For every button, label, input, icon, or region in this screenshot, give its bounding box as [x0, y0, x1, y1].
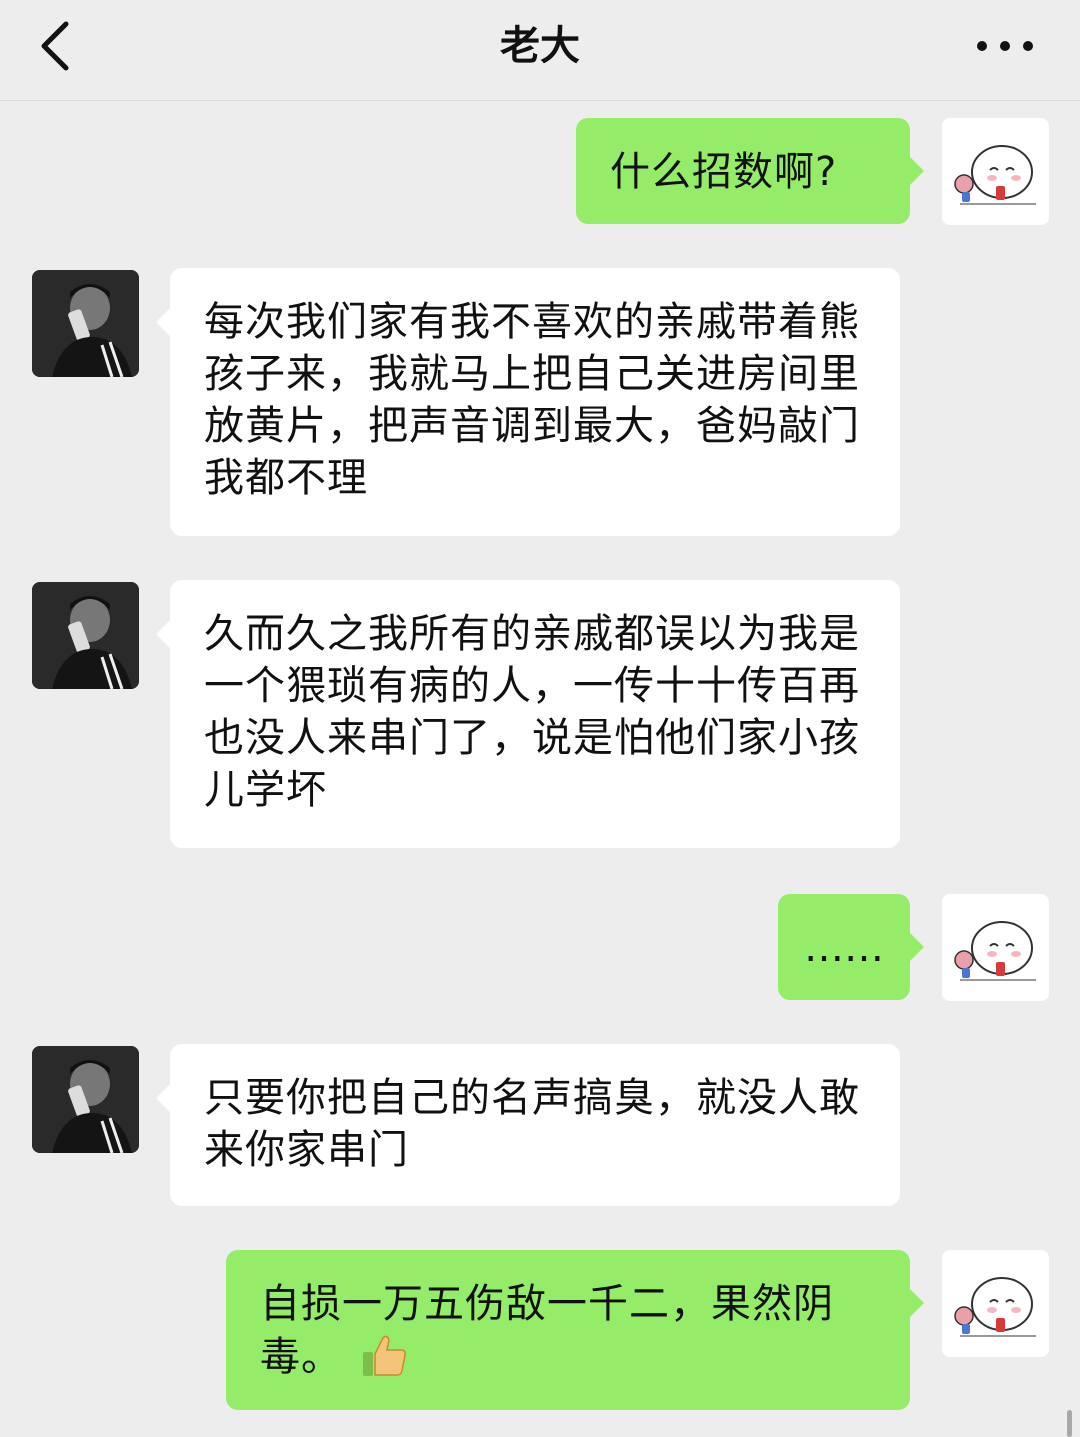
person-photo-avatar-icon [32, 1046, 139, 1153]
message-bubble[interactable]: …… [778, 894, 910, 1000]
message-text: 久而久之我所有的亲戚都误以为我是一个猥琐有病的人，一传十十传百再也没人来串门了，… [204, 611, 860, 813]
message-row: 每次我们家有我不喜欢的亲戚带着熊孩子来，我就马上把自己关进房间里放黄片，把声音调… [0, 268, 1080, 538]
bubble-tail [910, 933, 924, 961]
thumbs-up-icon [362, 1335, 406, 1376]
self-avatar[interactable] [942, 894, 1049, 1001]
message-row: 什么招数啊? [0, 118, 1080, 228]
message-text: 每次我们家有我不喜欢的亲戚带着熊孩子来，我就马上把自己关进房间里放黄片，把声音调… [204, 299, 860, 501]
self-avatar[interactable] [942, 118, 1049, 225]
self-avatar[interactable] [942, 1250, 1049, 1357]
message-bubble[interactable]: 久而久之我所有的亲戚都误以为我是一个猥琐有病的人，一传十十传百再也没人来串门了，… [170, 580, 900, 848]
message-text: 只要你把自己的名声搞臭，就没人敢来你家串门 [204, 1075, 860, 1173]
chat-title: 老大 [500, 23, 580, 69]
bubble-tail [156, 620, 170, 648]
message-bubble[interactable]: 每次我们家有我不喜欢的亲戚带着熊孩子来，我就马上把自己关进房间里放黄片，把声音调… [170, 268, 900, 536]
bubble-tail [910, 1289, 924, 1317]
message-row: …… [0, 894, 1080, 1004]
person-photo-avatar-icon [32, 582, 139, 689]
scrollbar[interactable] [1067, 1410, 1072, 1437]
back-button[interactable] [30, 14, 90, 78]
cartoon-bun-avatar-icon [954, 1277, 1036, 1337]
cartoon-bun-avatar-icon [954, 921, 1036, 981]
more-button[interactable] [970, 22, 1040, 70]
message-row: 只要你把自己的名声搞臭，就没人敢来你家串门 [0, 1044, 1080, 1208]
person-photo-avatar-icon [32, 270, 139, 377]
message-text: 什么招数啊? [610, 149, 838, 195]
nav-bar: 老大 [0, 0, 1080, 101]
contact-avatar[interactable] [32, 270, 139, 377]
contact-avatar[interactable] [32, 1046, 139, 1153]
contact-avatar[interactable] [32, 582, 139, 689]
chat-screen: 老大 什么招数啊? 每次我们家有我不喜欢的亲戚带着熊孩子来，我就马上把自己关进房… [0, 0, 1080, 1437]
cartoon-bun-avatar-icon [954, 145, 1036, 205]
ellipsis-icon [977, 41, 1033, 51]
message-text: 自损一万五伤敌一千二，果然阴毒。 [260, 1281, 834, 1380]
message-row: 自损一万五伤敌一千二，果然阴毒。 [0, 1250, 1080, 1412]
message-bubble[interactable]: 自损一万五伤敌一千二，果然阴毒。 [226, 1250, 910, 1410]
message-row: 久而久之我所有的亲戚都误以为我是一个猥琐有病的人，一传十十传百再也没人来串门了，… [0, 580, 1080, 850]
bubble-tail [910, 157, 924, 185]
bubble-tail [156, 1084, 170, 1112]
message-bubble[interactable]: 只要你把自己的名声搞臭，就没人敢来你家串门 [170, 1044, 900, 1206]
chevron-left-icon [41, 21, 69, 71]
bubble-tail [156, 308, 170, 336]
message-text: …… [804, 925, 884, 971]
message-bubble[interactable]: 什么招数啊? [576, 118, 910, 224]
